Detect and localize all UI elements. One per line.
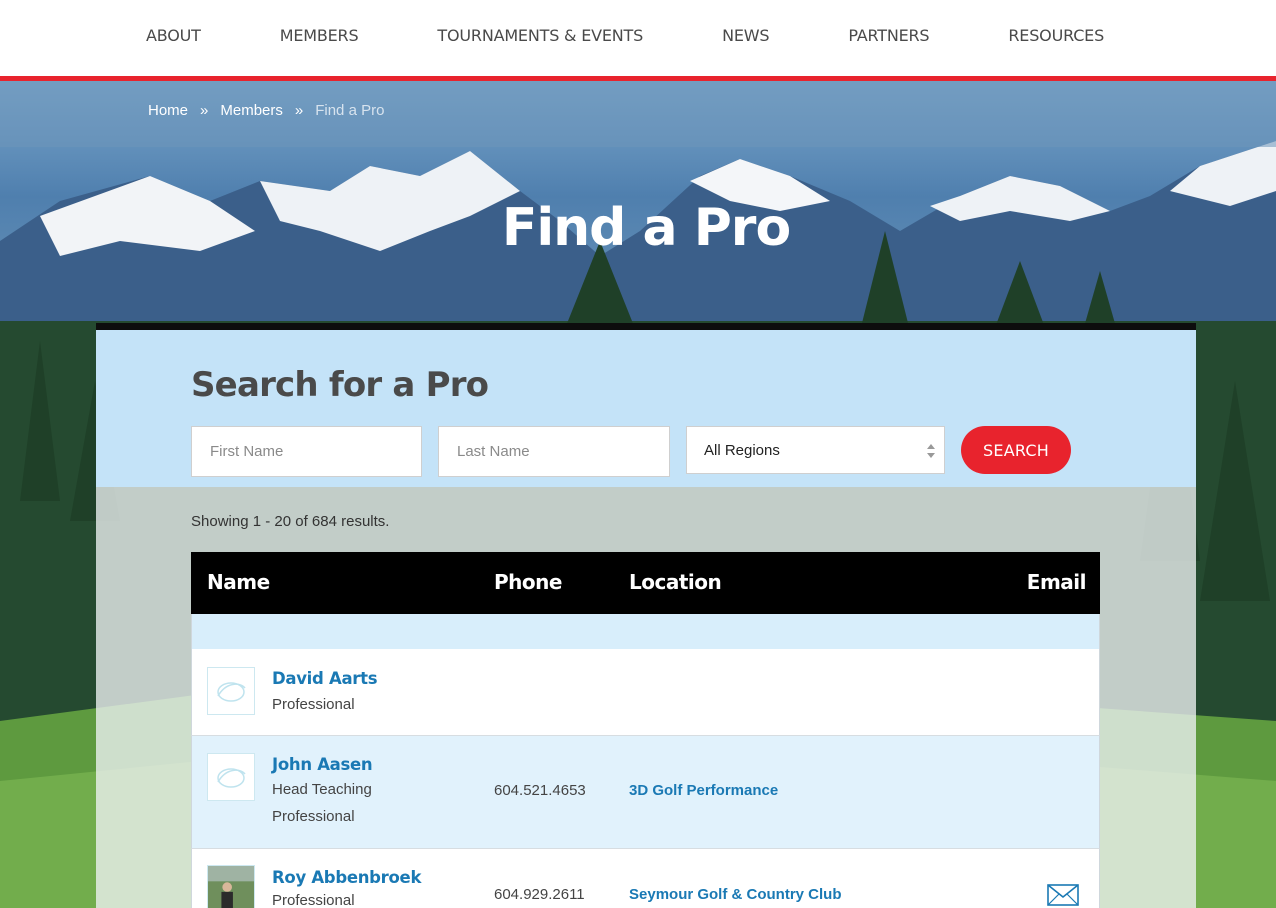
profile-photo-icon <box>208 866 254 908</box>
top-navigation: ABOUT MEMBERS TOURNAMENTS & EVENTS NEWS … <box>0 0 1276 81</box>
avatar[interactable] <box>207 865 255 908</box>
nav-item-members[interactable]: MEMBERS <box>280 26 359 45</box>
breadcrumb-members-link[interactable]: Members <box>220 102 283 119</box>
results-summary: Showing 1 - 20 of 684 results. <box>191 513 390 530</box>
search-form: Search for a Pro First Name Last Name Al… <box>96 330 1196 487</box>
table-row: John Aasen Head Teaching Professional 60… <box>191 736 1100 849</box>
avatar[interactable] <box>207 667 255 715</box>
pro-phone: 604.521.4653 <box>494 782 586 799</box>
search-button[interactable]: SEARCH <box>961 426 1071 474</box>
nav-item-news[interactable]: NEWS <box>722 26 769 45</box>
email-icon[interactable] <box>1047 884 1079 906</box>
pro-title: Head Teaching Professional <box>272 781 372 825</box>
column-header-phone[interactable]: Phone <box>494 570 562 594</box>
column-header-location[interactable]: Location <box>629 570 722 594</box>
pro-name-link[interactable]: John Aasen <box>272 755 373 774</box>
nav-item-about[interactable]: ABOUT <box>146 26 201 45</box>
pro-location-link[interactable]: Seymour Golf & Country Club <box>629 886 842 903</box>
pro-title: Professional <box>272 892 355 908</box>
table-spacer-row <box>191 614 1100 649</box>
results-table: Name Phone Location Email David Aarts Pr… <box>191 552 1100 908</box>
nav-item-partners[interactable]: PARTNERS <box>848 26 929 45</box>
breadcrumb-home-link[interactable]: Home <box>148 102 188 119</box>
logo-placeholder-icon <box>217 768 246 788</box>
logo-placeholder-icon <box>217 682 246 702</box>
pro-title: Professional <box>272 696 355 713</box>
breadcrumb: Home » Members » Find a Pro <box>148 102 384 119</box>
breadcrumb-separator: » <box>294 102 304 119</box>
breadcrumb-separator: » <box>200 102 209 119</box>
table-row: Roy Abbenbroek Professional 604.929.2611… <box>191 849 1100 908</box>
pro-name-link[interactable]: David Aarts <box>272 669 378 688</box>
table-header: Name Phone Location Email <box>191 552 1100 614</box>
breadcrumb-current: Find a Pro <box>315 102 385 119</box>
region-select-value: All Regions <box>704 441 780 459</box>
last-name-input[interactable]: Last Name <box>438 426 670 477</box>
column-header-email[interactable]: Email <box>1027 570 1087 594</box>
avatar[interactable] <box>207 753 255 801</box>
nav-item-tournaments-events[interactable]: TOURNAMENTS & EVENTS <box>437 26 643 45</box>
page-title: Find a Pro <box>501 198 791 258</box>
select-arrows-icon <box>927 444 935 458</box>
find-a-pro-panel: Search for a Pro First Name Last Name Al… <box>96 323 1196 908</box>
search-title: Search for a Pro <box>191 365 489 405</box>
pro-phone: 604.929.2611 <box>494 886 585 903</box>
nav-menu: ABOUT MEMBERS TOURNAMENTS & EVENTS NEWS … <box>146 26 1104 45</box>
column-header-name[interactable]: Name <box>207 570 270 594</box>
pro-name-link[interactable]: Roy Abbenbroek <box>272 868 421 887</box>
nav-item-resources[interactable]: RESOURCES <box>1008 26 1104 45</box>
panel-top-border <box>96 323 1196 330</box>
table-row: David Aarts Professional <box>191 649 1100 736</box>
pro-location-link[interactable]: 3D Golf Performance <box>629 782 778 799</box>
first-name-input[interactable]: First Name <box>191 426 422 477</box>
region-select[interactable]: All Regions <box>686 426 945 474</box>
